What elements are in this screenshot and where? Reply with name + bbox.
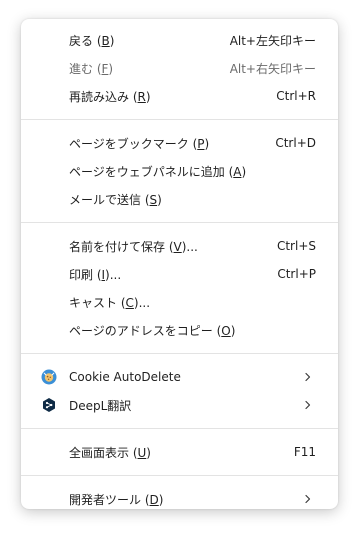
menu-item-label: ページのアドレスをコピー (O) [69,323,236,338]
menu-separator [21,119,338,120]
menu-item-label: ページをウェブパネルに追加 (A) [69,164,247,179]
menu-item-send-by-email[interactable]: メールで送信 (S) [21,185,338,213]
menu-item-back[interactable]: 戻る (B) Alt+左矢印キー [21,26,338,54]
menu-item-cast[interactable]: キャスト (C)... [21,288,338,316]
menu-item-fullscreen[interactable]: 全画面表示 (U) F11 [21,438,338,466]
chevron-right-icon [305,372,311,382]
menu-item-copy-page-address[interactable]: ページのアドレスをコピー (O) [21,316,338,344]
menu-item-label: ページをブックマーク (P) [69,136,210,151]
menu-separator [21,353,338,354]
menu-item-label: メールで送信 (S) [69,192,162,207]
menu-item-save-as[interactable]: 名前を付けて保存 (V)... Ctrl+S [21,232,338,260]
cookie-autodelete-icon [41,369,57,385]
menu-separator [21,475,338,476]
menu-item-label: 名前を付けて保存 (V)... [69,239,198,254]
menu-item-label: Cookie AutoDelete [69,370,181,384]
deepl-icon [43,398,55,412]
shortcut-hint: Alt+左矢印キー [229,33,316,48]
chevron-right-icon [305,400,311,410]
chevron-right-icon [305,494,311,504]
menu-item-label: 全画面表示 (U) [69,445,151,460]
menu-item-label: 再読み込み (R) [69,89,151,104]
context-menu: 戻る (B) Alt+左矢印キー 進む (F) Alt+右矢印キー 再読み込み … [21,19,338,509]
menu-item-bookmark-page[interactable]: ページをブックマーク (P) Ctrl+D [21,129,338,157]
menu-item-label: 開発者ツール (D) [69,492,164,507]
menu-item-label: 印刷 (I)... [69,267,122,282]
menu-item-deepl-translate[interactable]: DeepL翻訳 [21,391,338,419]
menu-item-label: DeepL翻訳 [69,398,132,413]
shortcut-hint: Ctrl+S [276,239,316,253]
shortcut-hint: Alt+右矢印キー [229,61,316,76]
menu-item-forward[interactable]: 進む (F) Alt+右矢印キー [21,54,338,82]
menu-item-add-to-web-panel[interactable]: ページをウェブパネルに追加 (A) [21,157,338,185]
menu-item-label: キャスト (C)... [69,295,151,310]
menu-item-label: 戻る (B) [69,33,115,48]
shortcut-hint: Ctrl+P [277,267,316,281]
menu-separator [21,428,338,429]
shortcut-hint: F11 [293,445,316,459]
shortcut-hint: Ctrl+R [276,89,316,103]
menu-item-label: 進む (F) [69,61,114,76]
menu-item-print[interactable]: 印刷 (I)... Ctrl+P [21,260,338,288]
menu-item-developer-tools[interactable]: 開発者ツール (D) [21,485,338,513]
shortcut-hint: Ctrl+D [275,136,316,150]
menu-item-cookie-autodelete[interactable]: Cookie AutoDelete [21,363,338,391]
menu-separator [21,222,338,223]
menu-item-reload[interactable]: 再読み込み (R) Ctrl+R [21,82,338,110]
